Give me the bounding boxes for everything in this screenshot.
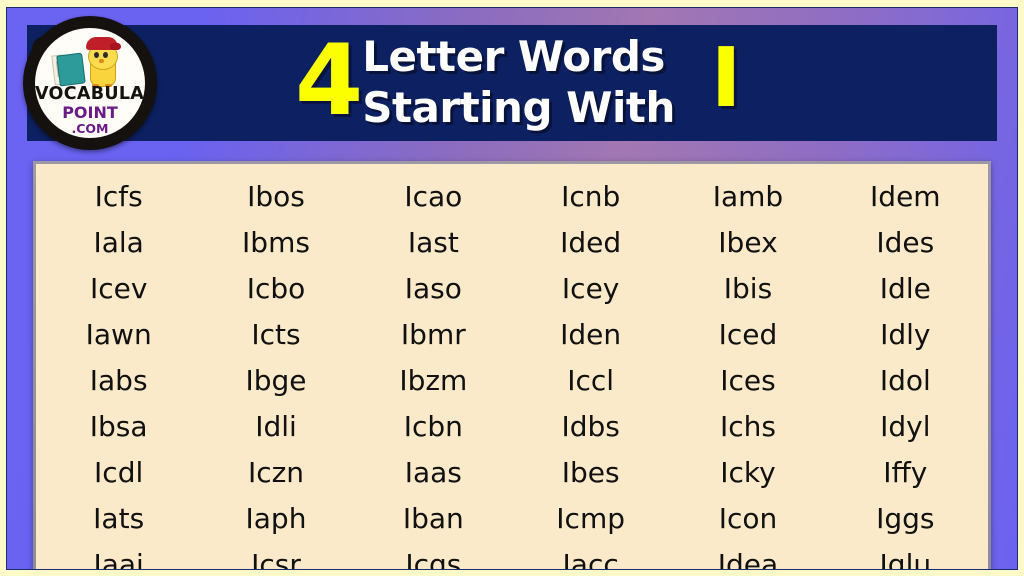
word-cell: Iaai (93, 548, 144, 570)
word-cell: Icsr (251, 548, 301, 570)
word-cell: Ibes (561, 456, 620, 489)
chick-mascot-icon (85, 37, 121, 87)
word-row: Iats Iaph Iban Icmp Icon Iggs (40, 496, 984, 542)
logo-inner-circle: VOCABULARY POINT .COM (35, 28, 145, 138)
logo-line-3: .COM (71, 121, 109, 136)
word-grid: Icfs Ibos Icao Icnb Iamb Idem Iala Ibms Iast Ided… (40, 174, 984, 570)
word-cell: Iglu (879, 548, 932, 570)
word-panel: Icfs Ibos Icao Icnb Iamb Idem Iala Ibms Iast Ided… (36, 164, 988, 570)
word-cell: Icev (89, 272, 148, 305)
word-cell: Iast (407, 226, 459, 259)
word-cell: Icbo (246, 272, 306, 305)
title-line-2: Starting With (362, 83, 675, 132)
title-letter: I (710, 31, 742, 126)
title-text: Letter Words Starting With (362, 31, 675, 133)
word-cell: Iaso (404, 272, 462, 305)
word-cell: Idbs (561, 410, 620, 443)
word-cell: Iffy (883, 456, 928, 489)
word-cell: Iawn (85, 318, 152, 351)
word-cell: Idea (717, 548, 779, 570)
word-cell: Icon (718, 502, 778, 535)
word-cell: Ides (876, 226, 935, 259)
poster-root: VOCABULARY POINT .COM 4 Letter Words Sta… (0, 0, 1024, 576)
word-cell: Ibzm (399, 364, 468, 397)
poster-frame: VOCABULARY POINT .COM 4 Letter Words Sta… (6, 7, 1018, 570)
word-cell: Ided (560, 226, 622, 259)
word-cell: Icky (720, 456, 776, 489)
word-row: Icdl Iczn Iaas Ibes Icky Iffy (40, 450, 984, 496)
word-cell: Iala (93, 226, 144, 259)
logo-line-2: POINT (62, 103, 118, 122)
word-cell: Icfs (94, 180, 143, 213)
word-cell: Ibmr (400, 318, 466, 351)
word-cell: Iaas (404, 456, 462, 489)
title-number: 4 (295, 24, 363, 138)
word-row: Iawn Icts Ibmr Iden Iced Idly (40, 312, 984, 358)
word-cell: Ibsa (89, 410, 148, 443)
word-cell: Ibms (242, 226, 310, 259)
word-cell: Iczn (247, 456, 305, 489)
word-cell: Iccl (567, 364, 615, 397)
word-cell: Idyl (880, 410, 931, 443)
word-cell: Ibge (245, 364, 307, 397)
logo-wordmark: VOCABULARY POINT .COM (35, 84, 145, 136)
word-cell: Iban (402, 502, 464, 535)
word-cell: Icmp (556, 502, 625, 535)
word-cell: Iden (560, 318, 622, 351)
word-row: Icfs Ibos Icao Icnb Iamb Idem (40, 174, 984, 220)
word-row: Icev Icbo Iaso Icey Ibis Idle (40, 266, 984, 312)
poster-header: VOCABULARY POINT .COM 4 Letter Words Sta… (23, 16, 997, 150)
word-cell: Icey (561, 272, 620, 305)
word-cell: Iggs (876, 502, 935, 535)
word-cell: Idli (255, 410, 297, 443)
word-cell: Icao (404, 180, 463, 213)
word-cell: Iats (93, 502, 145, 535)
book-icon (51, 52, 86, 87)
page-title: 4 Letter Words Starting With I (295, 28, 741, 134)
word-cell: Ibex (718, 226, 778, 259)
word-cell: Idle (879, 272, 931, 305)
word-cell: Iacc (562, 548, 619, 570)
word-cell: Icts (251, 318, 301, 351)
logo-line-1: VOCABULARY (35, 84, 145, 104)
word-cell: Icqs (405, 548, 462, 570)
title-line-1: Letter Words (362, 32, 665, 81)
word-panel-frame: Icfs Ibos Icao Icnb Iamb Idem Iala Ibms Iast Ided… (33, 161, 991, 570)
word-cell: Icbn (403, 410, 463, 443)
word-row: Iabs Ibge Ibzm Iccl Ices Idol (40, 358, 984, 404)
word-cell: Iced (718, 318, 778, 351)
word-cell: Iamb (712, 180, 784, 213)
word-cell: Ichs (719, 410, 776, 443)
word-cell: Icdl (94, 456, 144, 489)
word-row: Ibsa Idli Icbn Idbs Ichs Idyl (40, 404, 984, 450)
word-cell: Idem (870, 180, 941, 213)
word-cell: Iabs (89, 364, 148, 397)
word-cell: Ices (720, 364, 776, 397)
word-cell: Icnb (561, 180, 621, 213)
word-row: Iaai Icsr Icqs Iacc Idea Iglu (40, 542, 984, 570)
word-cell: Idol (879, 364, 931, 397)
brand-logo[interactable]: VOCABULARY POINT .COM (23, 16, 157, 150)
word-cell: Idly (880, 318, 931, 351)
word-cell: Ibis (723, 272, 773, 305)
word-row: Iala Ibms Iast Ided Ibex Ides (40, 220, 984, 266)
word-cell: Iaph (245, 502, 307, 535)
word-cell: Ibos (247, 180, 305, 213)
